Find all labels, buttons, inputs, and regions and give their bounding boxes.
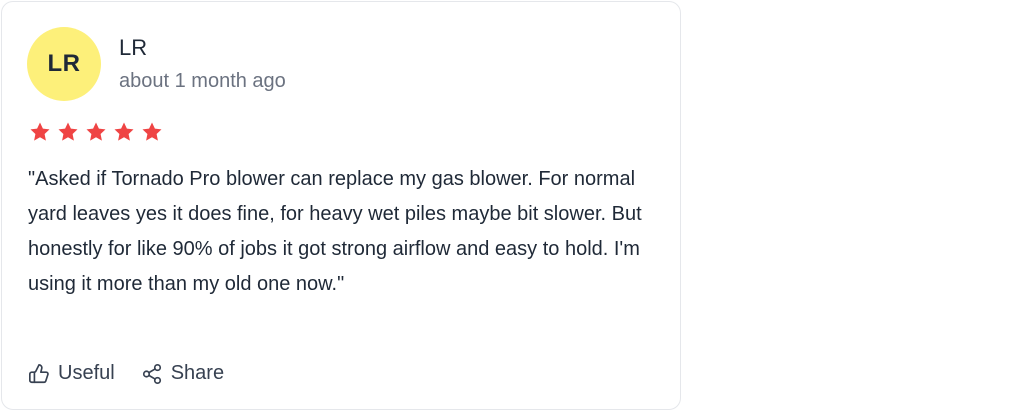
review-timestamp: about 1 month ago — [119, 70, 286, 92]
useful-button[interactable]: Useful — [28, 362, 115, 385]
star-icon — [30, 122, 50, 141]
review-card: LR LR about 1 month ago "Asked if Tornad… — [1, 1, 681, 410]
thumbs-up-icon — [29, 363, 49, 383]
share-label: Share — [170, 362, 225, 384]
avatar: LR — [27, 27, 101, 101]
star-icon — [86, 122, 106, 141]
review-actions: Useful Share — [28, 362, 224, 385]
review-text: "Asked if Tornado Pro blower can replace… — [28, 168, 642, 295]
star-icon — [142, 122, 162, 141]
star-rating — [28, 120, 164, 144]
author-name: LR — [119, 35, 148, 60]
star-icon — [114, 122, 134, 141]
share-button[interactable]: Share — [141, 362, 224, 385]
useful-label: Useful — [58, 362, 115, 384]
star-icon — [58, 122, 78, 141]
share-icon — [142, 363, 161, 384]
